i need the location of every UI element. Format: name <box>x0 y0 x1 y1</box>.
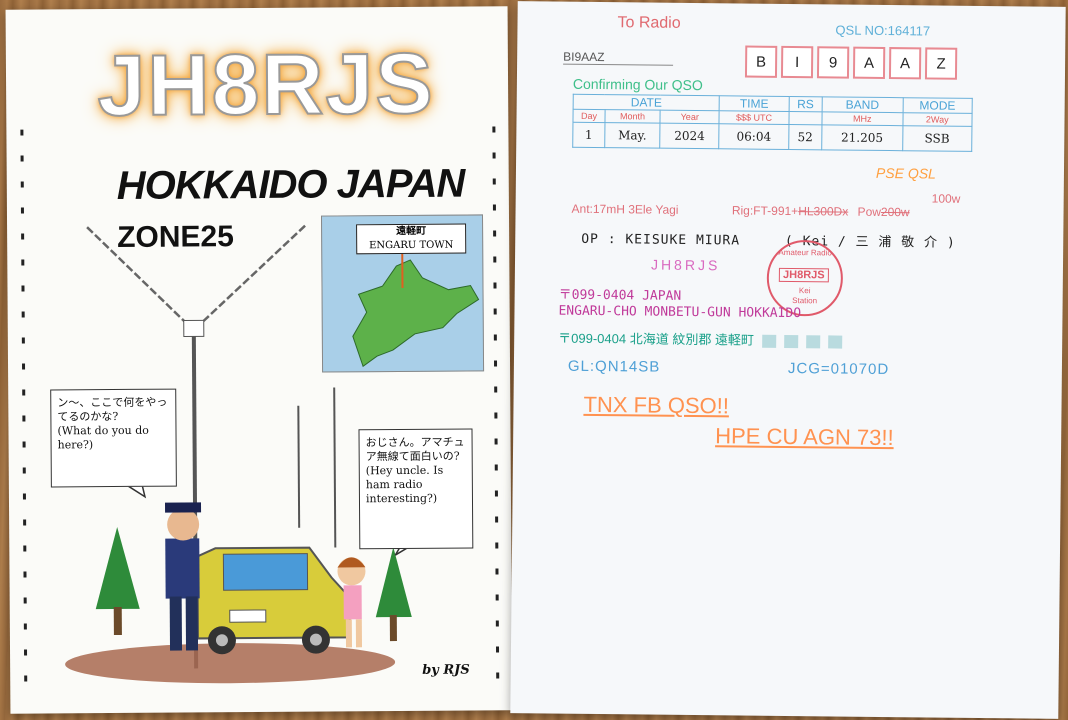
callsign-box: A <box>852 46 886 79</box>
redacted-block <box>783 335 799 349</box>
callsign-box: A <box>888 47 922 80</box>
sub-month: Month <box>604 109 661 124</box>
qsl-card-back: To Radio QSL NO:164117 BI9AAZ B I 9 A A … <box>510 1 1066 719</box>
sub-time: $$$ UTC <box>719 110 789 125</box>
val-mode: SSB <box>902 125 972 152</box>
redacted-block <box>805 335 821 349</box>
map-label-en: ENGARU TOWN <box>369 239 454 252</box>
hdr-time: TIME <box>719 95 789 112</box>
to-callsign-boxes: B I 9 A A Z <box>744 45 958 80</box>
station-equipment: Ant:17mH 3Ele Yagi Rig:FT-991+HL300Dx Po… <box>571 202 909 220</box>
redacted-block <box>827 335 843 349</box>
hdr-rs: RS <box>788 96 823 112</box>
thanks-line1: TNX FB QSO!! <box>583 391 730 419</box>
callsign-box: Z <box>924 47 958 80</box>
redacted-block <box>761 334 777 348</box>
sub-rs <box>788 111 822 125</box>
qso-table: DATE TIME RS BAND MODE Day Month Year $$… <box>572 94 973 152</box>
qsl-card-front: JH8RJS HOKKAIDO JAPAN ZONE25 遠軽町 ENGARU … <box>5 6 513 714</box>
thanks-line2: HPE CU AGN 73!! <box>715 423 894 451</box>
rig-prefix: Rig:FT-991+ <box>731 203 799 219</box>
stamp-top: Amateur Radio <box>778 247 832 258</box>
pow-prefix: Pow <box>857 204 882 219</box>
antenna: Ant:17mH 3Ele Yagi <box>571 201 679 217</box>
sub-day: Day <box>572 109 606 123</box>
hokkaido-map: 遠軽町 ENGARU TOWN <box>320 214 485 373</box>
bubble1-en: (What do you do here?) <box>57 423 149 452</box>
address-line1: 〒099-0404 JAPAN <box>558 287 682 304</box>
address-line3: 〒099-0404 北海道 紋別郡 遠軽町 <box>558 328 843 350</box>
map-label: 遠軽町 ENGARU TOWN <box>356 223 467 255</box>
val-month: May. <box>604 122 661 149</box>
pow-struck: 200w <box>880 204 910 220</box>
stamp-name: Kei <box>798 286 811 296</box>
pse-qsl: PSE QSL <box>875 164 936 182</box>
stamp-bottom: Station <box>792 296 818 306</box>
val-time: 06:04 <box>719 123 789 150</box>
rig-struck: HL300Dx <box>798 204 849 219</box>
to-callsign-handwritten: BI9AAZ <box>563 49 674 66</box>
address-jp: 〒099-0404 北海道 紋別郡 遠軽町 <box>558 330 755 348</box>
operator-name: OP : KEISUKE MIURA <box>581 231 741 249</box>
back-callsign: JH8RJS <box>650 256 721 274</box>
bubble2-en: (Hey uncle. Is ham radio interesting?) <box>365 463 444 506</box>
sub-mode: 2Way <box>902 112 973 127</box>
qsl-number: QSL NO:164117 <box>835 22 931 39</box>
grid-locator: GL:QN14SB <box>567 357 661 376</box>
stamp-callsign: JH8RJS <box>778 267 829 283</box>
hdr-band: BAND <box>821 96 903 113</box>
address-line2: ENGARU-CHO MONBETU-GUN HOKKAIDO <box>558 303 802 322</box>
val-day: 1 <box>572 122 605 148</box>
jcg-number: JCG=01070D <box>787 360 890 379</box>
val-year: 2024 <box>659 123 720 149</box>
speech-bubble-girl: おじさん。アマチュア無線て面白いの? (Hey uncle. Is ham ra… <box>358 428 474 550</box>
power-corrected: 100w <box>931 191 961 206</box>
map-label-jp: 遠軽町 <box>396 225 427 238</box>
speech-bubble-policeman: ン〜、ここで何をやってるのかな? (What do you do here?) <box>50 388 177 488</box>
bubble2-jp: おじさん。アマチュア無線て面白いの? <box>365 435 465 464</box>
confirming-qso: Confirming Our QSO <box>572 75 703 94</box>
val-rs: 52 <box>788 124 822 150</box>
callsign-box: B <box>744 45 778 78</box>
sub-band: MHz <box>821 111 903 126</box>
artist-credit: by RJS <box>422 662 470 678</box>
callsign-box: I <box>780 45 814 79</box>
hdr-mode: MODE <box>902 97 973 114</box>
bubble1-jp: ン〜、ここで何をやってるのかな? <box>57 395 168 424</box>
val-band: 21.205 <box>821 124 903 151</box>
to-radio-label: To Radio <box>617 14 681 32</box>
sub-year: Year <box>660 110 720 124</box>
hdr-date: DATE <box>573 94 720 111</box>
callsign-box: 9 <box>816 46 850 79</box>
